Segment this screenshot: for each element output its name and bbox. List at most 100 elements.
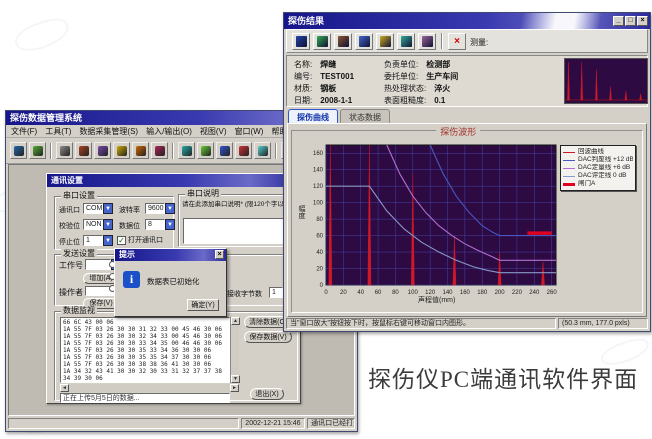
ruler-icon[interactable] xyxy=(418,33,436,50)
serial-group-label: 串口设置 xyxy=(61,191,97,201)
close-icon[interactable]: × xyxy=(215,250,224,259)
tool-glyph-icon xyxy=(79,146,89,156)
toolbar-separator xyxy=(275,143,277,159)
svg-text:0: 0 xyxy=(320,283,324,289)
通讯口-value[interactable]: COM1 xyxy=(83,203,103,214)
svg-text:240: 240 xyxy=(529,290,540,296)
vertical-scrollbar[interactable]: ▲ ▼ xyxy=(230,317,239,383)
legend-item: DAC定量线 +6 dB xyxy=(563,164,633,172)
svg-text:120: 120 xyxy=(313,184,324,190)
svg-text:160: 160 xyxy=(460,290,471,296)
menu-item[interactable]: 窗口(W) xyxy=(235,125,264,137)
window-zoom-icon[interactable] xyxy=(397,33,415,50)
toolbar-icon[interactable] xyxy=(216,142,233,159)
dialog-title-bar[interactable]: 通讯设置 × xyxy=(47,174,300,187)
flaw-curve-chart[interactable]: 0204060801001201401601802002202402600204… xyxy=(304,141,566,309)
svg-text:80: 80 xyxy=(392,290,399,296)
desc-textarea[interactable] xyxy=(183,218,286,244)
toolbar-icon[interactable] xyxy=(235,142,252,159)
hex-row: 1A 34 32 43 41 30 30 32 30 33 31 32 37 3… xyxy=(63,368,227,382)
info-field: 负责单位:检测部 xyxy=(384,59,450,70)
chevron-down-icon[interactable]: ▼ xyxy=(103,235,113,246)
close-icon[interactable]: × xyxy=(637,16,648,26)
caption-text: 探伤仪PC端通讯软件界面 xyxy=(368,360,648,394)
result-title-bar[interactable]: 探伤结果 _□× xyxy=(284,13,650,29)
minimize-icon[interactable]: _ xyxy=(613,16,624,26)
horizontal-scrollbar[interactable]: ◄► xyxy=(60,384,239,392)
glyph xyxy=(359,36,370,47)
status-time: 2002-12-21 15:46 xyxy=(241,418,305,429)
home-icon[interactable] xyxy=(376,33,394,50)
delete-icon[interactable]: × xyxy=(448,33,466,50)
svg-text:100: 100 xyxy=(408,290,419,296)
tool-glyph-icon xyxy=(182,146,192,156)
波特率-value[interactable]: 9600 xyxy=(145,203,165,214)
chevron-down-icon[interactable]: ▼ xyxy=(165,203,175,214)
work-no-label: 工作号 xyxy=(59,260,83,271)
info-label: 名称: xyxy=(294,60,312,69)
toolbar-icon[interactable] xyxy=(113,142,130,159)
停止位-value[interactable]: 1 xyxy=(83,235,103,246)
legend-item: 闸门A xyxy=(563,180,633,188)
tool-glyph-icon xyxy=(220,146,230,156)
info-value: 检测部 xyxy=(426,60,450,69)
数据位-value[interactable]: 8 xyxy=(145,219,165,230)
toolbar-icon[interactable] xyxy=(94,142,111,159)
toolbar-icon[interactable] xyxy=(10,142,27,159)
menu-item[interactable]: 文件(F) xyxy=(11,125,37,137)
toolbar-icon[interactable] xyxy=(132,142,149,159)
legend-swatch xyxy=(563,152,575,153)
legend-label: DAC定量线 +6 dB xyxy=(578,164,630,172)
toolbar-icon[interactable] xyxy=(254,142,271,159)
bytes-combo[interactable]: 1 xyxy=(269,287,283,298)
menu-item[interactable]: 数据采集管理(S) xyxy=(79,125,138,137)
work-no-combo[interactable] xyxy=(85,259,111,270)
y-axis-label: 幅度 xyxy=(296,205,306,219)
legend-label: 回波曲线 xyxy=(578,148,604,156)
svg-text:60: 60 xyxy=(375,290,382,296)
svg-text:60: 60 xyxy=(316,234,323,240)
exit-button[interactable]: 退出(X) xyxy=(250,388,284,400)
menu-item[interactable]: 工具(T) xyxy=(45,125,71,137)
chevron-down-icon[interactable]: ▼ xyxy=(103,219,113,230)
x-axis-label: 声程值(mm) xyxy=(418,295,455,305)
toolbar-icon[interactable] xyxy=(151,142,168,159)
toolbar-separator xyxy=(172,143,174,159)
document-icon[interactable] xyxy=(355,33,373,50)
chart-icon[interactable] xyxy=(313,33,331,50)
data-monitor-list[interactable]: 66 6C 43 00 061A 55 7F 03 26 30 30 31 32… xyxy=(60,317,230,383)
glyph xyxy=(338,36,349,47)
camera-icon[interactable] xyxy=(334,33,352,50)
chevron-down-icon[interactable]: ▼ xyxy=(103,203,113,214)
toolbar-icon[interactable] xyxy=(197,142,214,159)
wave-report-icon[interactable] xyxy=(292,33,310,50)
toolbar-icon[interactable] xyxy=(56,142,73,159)
serial-field-combo: NONE▼ xyxy=(83,219,113,230)
toolbar-icon[interactable] xyxy=(29,142,46,159)
open-port-checkbox[interactable]: ✓ xyxy=(117,236,126,245)
serial-field-combo: COM1▼ xyxy=(83,203,113,214)
maximize-icon[interactable]: □ xyxy=(625,16,636,26)
toolbar-icon[interactable] xyxy=(178,142,195,159)
ok-button[interactable]: 确定(Y) xyxy=(187,299,219,311)
校验位-value[interactable]: NONE xyxy=(83,219,103,230)
main-window-title: 探伤数据管理系统 xyxy=(10,113,82,123)
serial-field-label: 波特率 xyxy=(119,205,140,215)
legend-label: DAC评定线 0 dB xyxy=(578,172,626,180)
info-field: 编号:TEST001 xyxy=(294,71,354,82)
glyph xyxy=(422,36,433,47)
svg-text:180: 180 xyxy=(477,290,488,296)
info-label: 热处理状态: xyxy=(384,84,426,93)
tool-glyph-icon xyxy=(60,146,70,156)
svg-text:200: 200 xyxy=(495,290,506,296)
chevron-down-icon[interactable]: ▼ xyxy=(165,219,175,230)
toolbar-icon[interactable] xyxy=(75,142,92,159)
msgbox-title-bar[interactable]: 提示 × xyxy=(115,249,226,261)
legend-label: 闸门A xyxy=(578,180,595,188)
serial-field-label: 停止位 xyxy=(59,237,80,247)
result-window: 探伤结果 _□× × 测量: 探伤曲线状态数据 探伤波形 02040608010… xyxy=(283,12,651,332)
menu-item[interactable]: 输入/输出(O) xyxy=(146,125,192,137)
save-data-button[interactable]: 保存数据(V) xyxy=(244,331,292,343)
info-value: 2008-1-1 xyxy=(320,96,352,105)
menu-item[interactable]: 视图(V) xyxy=(200,125,227,137)
